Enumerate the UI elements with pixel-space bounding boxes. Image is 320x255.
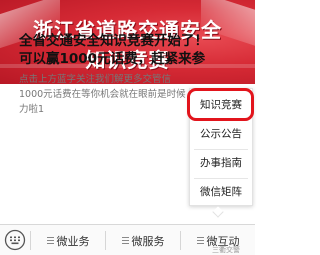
menu-item-service-guide[interactable]: 办事指南 — [190, 149, 252, 177]
nav-tab-business[interactable]: 微业务 — [31, 225, 105, 255]
menu-lines-icon — [46, 237, 54, 244]
keyboard-toggle-button[interactable] — [3, 229, 27, 251]
headline-line1: 全省交通安全知识竞赛开始了！ — [19, 33, 208, 49]
nav-tab-business-label: 微业务 — [56, 234, 90, 248]
menu-item-public-notice[interactable]: 公示公告 — [190, 120, 252, 148]
menu-lines-icon — [196, 237, 204, 244]
nav-tab-service-label: 微服务 — [131, 234, 165, 248]
menu-lines-icon — [121, 237, 129, 244]
menu-item-wechat-matrix[interactable]: 微信矩阵 — [190, 178, 252, 206]
watermark-text: 三衢交警 — [212, 246, 240, 254]
keyboard-icon — [4, 229, 26, 251]
nav-tab-service[interactable]: 微服务 — [106, 225, 180, 255]
highlight-circle — [187, 88, 254, 121]
body-line1: 点击上方蓝字关注我们解更多交管信 — [19, 74, 172, 85]
headline-line2: 可以赢1000元话费，赶紧来参 — [19, 51, 206, 67]
article-headline[interactable]: 全省交通安全知识竞赛开始了！ 可以赢1000元话费，赶紧来参 — [19, 32, 255, 68]
